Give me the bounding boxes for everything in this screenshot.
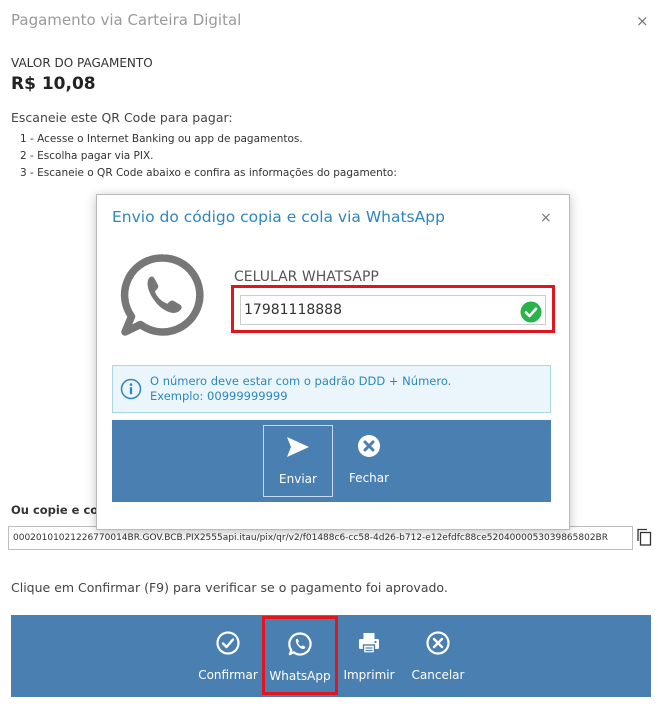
confirmar-label: Confirmar [198, 668, 258, 682]
dialog-toolbar: Enviar Fechar [112, 420, 551, 502]
whatsapp-label: WhatsApp [269, 669, 331, 683]
confirm-instruction: Clique em Confirmar (F9) para verificar … [11, 580, 448, 595]
imprimir-label: Imprimir [343, 668, 395, 682]
whatsapp-button[interactable]: WhatsApp [262, 616, 338, 695]
action-toolbar: Confirmar WhatsApp Imprimir Cancelar [11, 615, 651, 697]
dialog-close-button[interactable]: × [540, 210, 552, 226]
cancel-circle-icon [426, 631, 450, 655]
instruction-step: 2 - Escolha pagar via PIX. [20, 150, 154, 162]
window-close-button[interactable]: × [636, 12, 649, 30]
copy-code-label: Ou copie e co [11, 503, 99, 517]
cancelar-label: Cancelar [411, 668, 465, 682]
whatsapp-icon [288, 632, 312, 656]
printer-icon [359, 633, 379, 654]
imprimir-button[interactable]: Imprimir [339, 615, 399, 697]
enviar-button[interactable]: Enviar [263, 425, 333, 497]
dialog-title: Envio do código copia e cola via WhatsAp… [112, 208, 445, 226]
info-icon [120, 378, 142, 400]
fechar-button[interactable]: Fechar [334, 425, 404, 497]
copy-icon[interactable] [636, 528, 652, 546]
fechar-label: Fechar [348, 471, 390, 485]
instructions-heading: Escaneie este QR Code para pagar: [11, 110, 233, 125]
close-circle-icon [358, 435, 380, 457]
window-title: Pagamento via Carteira Digital [11, 11, 242, 29]
check-circle-icon [216, 631, 240, 655]
phone-field-highlight [231, 285, 555, 333]
send-icon [287, 437, 309, 457]
whatsapp-logo-icon [120, 254, 204, 336]
instruction-step: 1 - Acesse o Internet Banking ou app de … [20, 133, 303, 145]
info-box: O número deve estar com o padrão DDD + N… [112, 365, 551, 413]
info-line: O número deve estar com o padrão DDD + N… [150, 374, 452, 388]
instructions-steps: 1 - Acesse o Internet Banking ou app de … [20, 131, 397, 182]
info-text: O número deve estar com o padrão DDD + N… [150, 374, 451, 404]
phone-input[interactable] [240, 295, 546, 325]
info-line: Exemplo: 00999999999 [150, 389, 288, 403]
cancelar-button[interactable]: Cancelar [405, 615, 471, 697]
instruction-step: 3 - Escaneie o QR Code abaixo e confira … [20, 167, 397, 179]
phone-field-label: CELULAR WHATSAPP [234, 269, 379, 285]
valid-check-icon [520, 301, 542, 323]
confirmar-button[interactable]: Confirmar [195, 615, 261, 697]
payment-amount-label: VALOR DO PAGAMENTO [11, 56, 153, 70]
whatsapp-dialog: Envio do código copia e cola via WhatsAp… [96, 194, 570, 530]
enviar-label: Enviar [279, 472, 317, 486]
payment-amount: R$ 10,08 [11, 74, 96, 94]
